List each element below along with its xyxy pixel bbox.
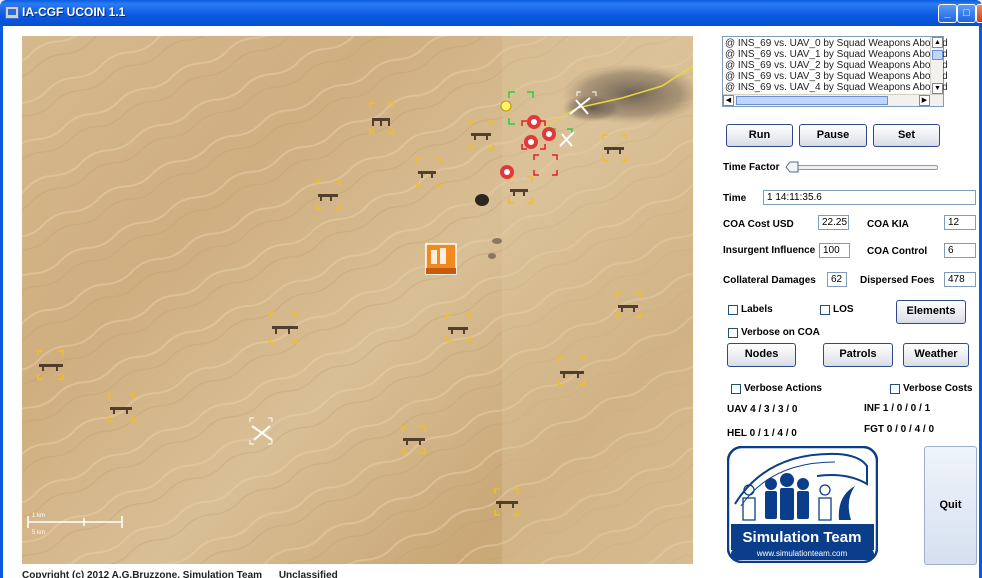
nodes-button[interactable]: Nodes [727, 343, 796, 367]
scale-label-top: 1 km [32, 513, 45, 519]
verbose-actions-checkbox[interactable] [731, 384, 741, 394]
pause-button[interactable]: Pause [799, 124, 867, 147]
scale-label-bottom: 5 km [32, 530, 45, 536]
map-canvas: 1 km 5 km [22, 36, 693, 564]
scroll-right-icon[interactable]: ▶ [919, 95, 930, 106]
log-line: @ INS_69 vs. UAV_4 by Squad Weapons Abor… [725, 82, 948, 93]
patrols-button[interactable]: Patrols [823, 343, 893, 367]
selected-unit-icon [500, 100, 512, 112]
scroll-left-icon[interactable]: ◀ [723, 95, 734, 106]
simulation-team-logo: Simulation Team www.simulationteam.com [726, 445, 879, 564]
slider-thumb-icon[interactable] [785, 161, 799, 173]
run-button[interactable]: Run [726, 124, 793, 147]
insurgent-influence-label: Insurgent Influence [723, 245, 816, 256]
log-vertical-scrollbar[interactable]: ▲ ▼ [930, 37, 943, 95]
quit-button[interactable]: Quit [924, 446, 977, 565]
app-icon [5, 6, 19, 19]
set-button[interactable]: Set [873, 124, 940, 147]
window-title: IA-CGF UCOIN 1.1 [22, 5, 126, 19]
weather-button[interactable]: Weather [903, 343, 969, 367]
collateral-field[interactable]: 62 [827, 272, 847, 287]
classification-label: Unclassified [278, 570, 338, 578]
dispersed-field[interactable]: 478 [944, 272, 976, 287]
scroll-up-icon[interactable]: ▲ [932, 37, 943, 48]
uav-stat: UAV 4 / 3 / 3 / 0 [727, 404, 798, 415]
coa-kia-label: COA KIA [867, 219, 909, 230]
coa-control-field[interactable]: 6 [944, 243, 976, 258]
title-bar: IA-CGF UCOIN 1.1 _ □ [0, 0, 982, 26]
log-line: @ INS_69 vs. UAV_0 by Squad Weapons Abor… [725, 38, 948, 49]
inf-stat: INF 1 / 0 / 0 / 1 [864, 403, 931, 414]
log-horizontal-scrollbar[interactable]: ◀ ▶ [723, 94, 943, 106]
time-label: Time [723, 193, 747, 204]
labels-checkbox[interactable] [728, 305, 738, 315]
time-field[interactable]: 1 14:11:35.6 [763, 190, 976, 205]
insurgent-influence-field[interactable]: 100 [819, 243, 850, 258]
log-line: @ INS_69 vs. UAV_1 by Squad Weapons Abor… [725, 49, 948, 60]
map-view[interactable]: 1 km 5 km [22, 36, 693, 564]
event-log[interactable]: @ INS_69 vs. UAV_0 by Squad Weapons Abor… [722, 36, 948, 107]
verbose-costs-label: Verbose Costs [903, 383, 973, 394]
coa-kia-field[interactable]: 12 [944, 215, 976, 230]
collateral-label: Collateral Damages [723, 275, 816, 286]
coa-cost-field[interactable]: 22.25 [818, 215, 849, 230]
verbose-costs-checkbox[interactable] [890, 384, 900, 394]
verbose-actions-label: Verbose Actions [744, 383, 822, 394]
coa-control-label: COA Control [867, 246, 928, 257]
time-factor-slider[interactable] [790, 165, 938, 170]
los-label: LOS [833, 304, 854, 315]
verbose-coa-label: Verbose on COA [741, 327, 820, 338]
log-line: @ INS_69 vs. UAV_2 by Squad Weapons Abor… [725, 60, 948, 71]
log-line: @ INS_69 vs. UAV_3 by Squad Weapons Abor… [725, 71, 948, 82]
los-checkbox[interactable] [820, 305, 830, 315]
copyright-notice: Copyright (c) 2012 A.G.Bruzzone, Simulat… [22, 570, 263, 578]
dark-patch [475, 194, 489, 206]
scroll-down-icon[interactable]: ▼ [932, 83, 943, 94]
scroll-thumb[interactable] [932, 50, 943, 60]
labels-label: Labels [741, 304, 773, 315]
copyright-text: Copyright (c) 2012 A.G.Bruzzone, Simulat… [22, 570, 338, 578]
logo-url: www.simulationteam.com [756, 549, 848, 558]
verbose-coa-checkbox[interactable] [728, 328, 738, 338]
fgt-stat: FGT 0 / 0 / 4 / 0 [864, 424, 935, 435]
dispersed-label: Dispersed Foes [860, 275, 935, 286]
base-icon [425, 243, 457, 275]
logo-text: Simulation Team [743, 529, 862, 546]
close-button[interactable] [976, 4, 982, 23]
hel-stat: HEL 0 / 1 / 4 / 0 [727, 428, 797, 439]
maximize-button[interactable]: □ [957, 4, 976, 23]
scroll-thumb[interactable] [736, 96, 888, 105]
coa-cost-label: COA Cost USD [723, 219, 794, 230]
time-factor-label: Time Factor [723, 162, 780, 173]
minimize-button[interactable]: _ [938, 4, 957, 23]
elements-button[interactable]: Elements [896, 300, 966, 324]
